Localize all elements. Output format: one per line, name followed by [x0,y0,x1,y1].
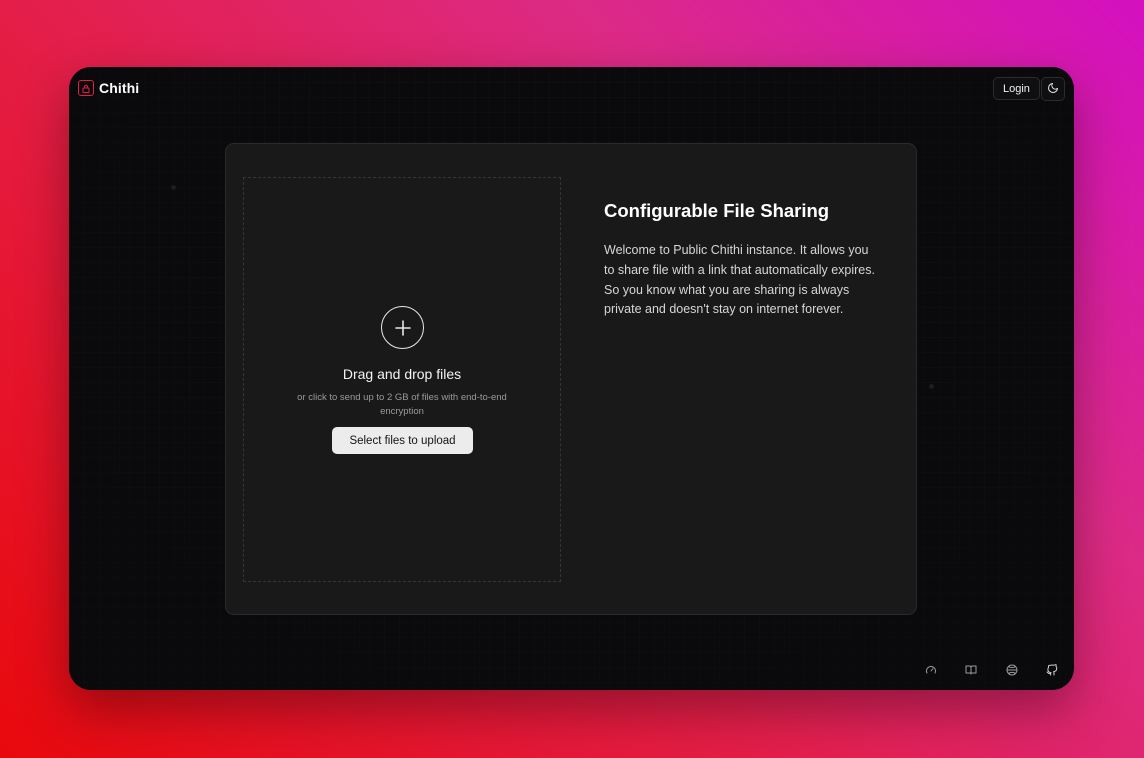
dropzone-subtitle: or click to send up to 2 GB of files wit… [297,392,507,417]
app-window: Chithi Login Drag and drop files or clic… [69,67,1074,690]
background-dot [929,384,934,389]
globe-icon[interactable] [1006,664,1018,676]
moon-icon [1047,82,1059,97]
brand[interactable]: Chithi [78,80,139,96]
gauge-icon[interactable] [925,664,937,676]
info-description: Welcome to Public Chithi instance. It al… [604,243,875,317]
lock-icon [78,80,94,96]
login-button[interactable]: Login [993,77,1040,100]
header: Chithi Login [69,67,1074,111]
info-title: Configurable File Sharing [604,200,830,221]
theme-toggle-button[interactable] [1041,77,1065,101]
select-files-button[interactable]: Select files to upload [332,427,473,454]
background-dot [171,185,176,190]
file-dropzone[interactable]: Drag and drop files or click to send up … [243,177,561,582]
github-icon[interactable] [1046,664,1058,676]
main-card: Drag and drop files or click to send up … [225,143,917,615]
plus-icon[interactable] [381,306,424,349]
brand-name: Chithi [99,80,140,96]
dropzone-title: Drag and drop files [342,366,462,382]
book-icon[interactable] [965,664,977,676]
